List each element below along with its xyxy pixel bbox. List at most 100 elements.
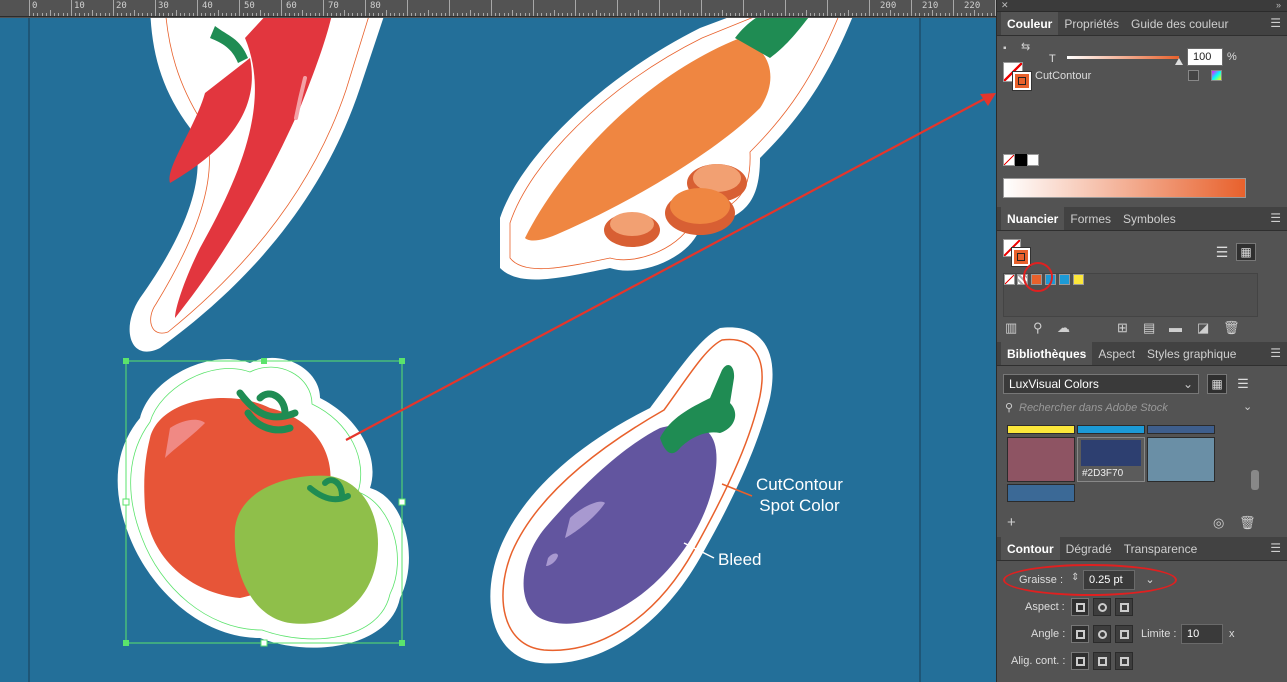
new-group-icon[interactable]: ▬ bbox=[1169, 321, 1182, 335]
cc-sync-icon[interactable]: ◎ bbox=[1213, 516, 1224, 530]
library-swatch[interactable] bbox=[1147, 425, 1215, 434]
library-swatch[interactable] bbox=[1007, 437, 1075, 482]
panel-menu-icon[interactable]: ☰ bbox=[1270, 17, 1281, 29]
stroke-panel: Graisse : ⇕ 0.25 pt ⌄ Aspect : Angle : L… bbox=[997, 561, 1287, 681]
add-icon[interactable]: + bbox=[1007, 515, 1016, 530]
ruler-mark bbox=[600, 13, 602, 16]
tab-bibliotheques[interactable]: Bibliothèques bbox=[1001, 342, 1093, 365]
tab-symboles[interactable]: Symboles bbox=[1117, 207, 1182, 230]
panel-dock-header[interactable]: ✕ » bbox=[997, 0, 1287, 12]
ruler-mark bbox=[915, 13, 917, 16]
ruler-mark bbox=[386, 10, 387, 16]
bevel-join-button[interactable] bbox=[1115, 625, 1133, 643]
library-swatch[interactable] bbox=[1077, 425, 1145, 434]
tab-formes[interactable]: Formes bbox=[1064, 207, 1117, 230]
tint-slider[interactable] bbox=[1067, 56, 1179, 59]
new-swatch-icon[interactable]: ◪ bbox=[1197, 321, 1209, 335]
ruler-mark bbox=[642, 13, 644, 16]
panel-menu-icon[interactable]: ☰ bbox=[1270, 347, 1281, 359]
projecting-cap-button[interactable] bbox=[1115, 598, 1133, 616]
artboard-canvas[interactable]: CutContour Spot Color Bleed bbox=[0, 18, 996, 682]
ruler-mark bbox=[608, 13, 610, 16]
grid-view-icon[interactable]: ▦ bbox=[1207, 374, 1227, 394]
miter-limit-input[interactable]: 10 bbox=[1181, 624, 1223, 644]
ruler-mark bbox=[978, 13, 980, 16]
tint-input[interactable]: 100 bbox=[1187, 48, 1223, 66]
ruler-mark bbox=[398, 13, 400, 16]
collapse-icon[interactable]: » bbox=[1276, 0, 1281, 11]
grid-view-icon[interactable]: ▦ bbox=[1236, 243, 1256, 261]
swatch-libraries-icon[interactable]: ▥ bbox=[1005, 321, 1017, 335]
close-icon[interactable]: ✕ bbox=[1001, 0, 1009, 11]
libraries-panel: LuxVisual Colors ⌄ ▦ ☰ ⚲ Rechercher dans… bbox=[997, 366, 1287, 536]
tab-transparence[interactable]: Transparence bbox=[1118, 537, 1204, 560]
eggplant-sticker bbox=[490, 327, 773, 664]
miter-join-button[interactable] bbox=[1071, 625, 1089, 643]
ruler-mark bbox=[323, 0, 324, 16]
round-join-button[interactable] bbox=[1093, 625, 1111, 643]
tab-nuancier[interactable]: Nuancier bbox=[1001, 207, 1065, 230]
list-view-icon[interactable]: ☰ bbox=[1233, 374, 1253, 394]
default-colors-icon[interactable]: ▪ bbox=[1003, 42, 1007, 56]
ruler-mark bbox=[701, 0, 702, 16]
ruler-mark bbox=[125, 13, 127, 16]
horizontal-ruler[interactable]: 0 10 20 30 40 50 60 70 80 200 210 220 bbox=[0, 0, 996, 17]
ruler-mark bbox=[675, 13, 677, 16]
swap-colors-icon[interactable]: ⇆ bbox=[1021, 40, 1030, 54]
color-group-icon[interactable]: ⊞ bbox=[1117, 321, 1128, 335]
ruler-mark bbox=[864, 13, 866, 16]
swatch-yellow[interactable] bbox=[1073, 274, 1084, 285]
stock-search-input[interactable]: Rechercher dans Adobe Stock bbox=[1019, 400, 1249, 416]
ruler-mark bbox=[738, 13, 740, 16]
stroke-swatch-cutcontour[interactable] bbox=[1012, 71, 1032, 91]
cmyk-convert-icon[interactable] bbox=[1211, 70, 1222, 81]
library-select[interactable]: LuxVisual Colors ⌄ bbox=[1003, 374, 1199, 394]
ruler-mark bbox=[944, 13, 946, 16]
ruler-mark bbox=[377, 13, 379, 16]
ruler-mark bbox=[591, 13, 593, 16]
place-swatch-icon[interactable]: ⚲ bbox=[1033, 321, 1043, 335]
align-outside-button[interactable] bbox=[1115, 652, 1133, 670]
ruler-mark bbox=[654, 13, 656, 16]
stroke-swatch-cutcontour[interactable] bbox=[1011, 247, 1031, 267]
ruler-mark bbox=[465, 13, 467, 16]
library-swatch-2d3f70[interactable]: #2D3F70 bbox=[1077, 437, 1145, 482]
panel-menu-icon[interactable]: ☰ bbox=[1270, 542, 1281, 554]
scrollbar-thumb[interactable] bbox=[1251, 470, 1259, 490]
align-inside-button[interactable] bbox=[1093, 652, 1111, 670]
tab-proprietes[interactable]: Propriétés bbox=[1058, 12, 1125, 35]
ruler-mark bbox=[92, 10, 93, 16]
library-swatch[interactable] bbox=[1007, 484, 1075, 502]
ruler-mark bbox=[176, 10, 177, 16]
tab-contour[interactable]: Contour bbox=[1001, 537, 1060, 560]
ruler-mark bbox=[848, 10, 849, 16]
cloud-icon[interactable]: ☁ bbox=[1057, 321, 1070, 335]
butt-cap-button[interactable] bbox=[1071, 598, 1089, 616]
ruler-mark bbox=[482, 13, 484, 16]
delete-icon[interactable]: 🗑 bbox=[1239, 516, 1256, 530]
swatch-options-icon[interactable]: ▤ bbox=[1143, 321, 1155, 335]
color-spectrum-bar[interactable] bbox=[1003, 178, 1246, 198]
tab-degrade[interactable]: Dégradé bbox=[1060, 537, 1118, 560]
black-quick-swatch[interactable] bbox=[1015, 154, 1027, 166]
none-quick-swatch[interactable] bbox=[1003, 154, 1015, 166]
align-center-button[interactable] bbox=[1071, 652, 1089, 670]
spot-color-icon[interactable] bbox=[1188, 70, 1199, 81]
tab-guide-couleur[interactable]: Guide des couleur bbox=[1125, 12, 1234, 35]
tint-slider-thumb[interactable] bbox=[1175, 58, 1183, 65]
delete-swatch-icon[interactable]: 🗑 bbox=[1223, 321, 1240, 335]
swatch-blue-2[interactable] bbox=[1059, 274, 1070, 285]
tab-couleur[interactable]: Couleur bbox=[1001, 12, 1059, 35]
ruler-mark bbox=[188, 13, 190, 16]
list-view-icon[interactable]: ☰ bbox=[1213, 243, 1231, 261]
highlight-circle-swatch bbox=[1023, 262, 1053, 292]
panel-menu-icon[interactable]: ☰ bbox=[1270, 212, 1281, 224]
chevron-down-icon[interactable]: ⌄ bbox=[1243, 400, 1252, 414]
library-swatch[interactable] bbox=[1007, 425, 1075, 434]
tab-styles-graphiques[interactable]: Styles graphique bbox=[1141, 342, 1242, 365]
white-quick-swatch[interactable] bbox=[1027, 154, 1039, 166]
swatch-none[interactable] bbox=[1004, 274, 1015, 285]
library-swatch[interactable] bbox=[1147, 437, 1215, 482]
tab-aspect[interactable]: Aspect bbox=[1092, 342, 1141, 365]
round-cap-button[interactable] bbox=[1093, 598, 1111, 616]
